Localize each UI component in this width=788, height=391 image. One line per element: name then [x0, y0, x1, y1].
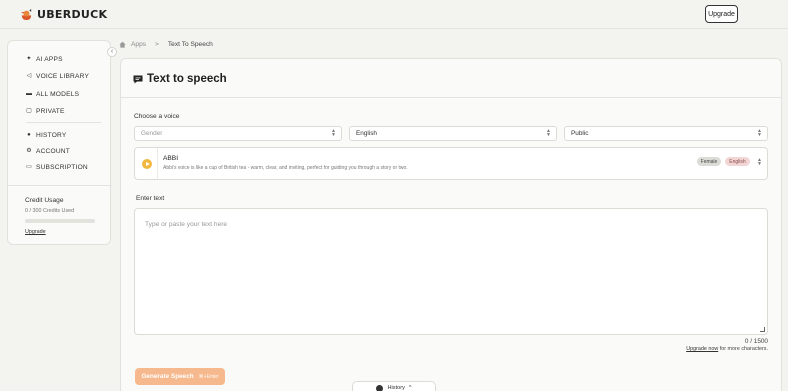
voice-name: ABBI — [163, 155, 179, 162]
visibility-select[interactable]: Public ▲ ▼ — [564, 126, 768, 141]
breadcrumb-current: Text To Speech — [167, 41, 213, 48]
sidebar-item-history[interactable]: ● HISTORY — [26, 130, 66, 140]
sidebar-item-label: SUBSCRIPTION — [36, 163, 88, 171]
gear-icon: ⚙ — [26, 148, 32, 154]
sidebar-item-all-models[interactable]: ▬ ALL MODELS — [26, 89, 79, 99]
clock-icon — [376, 384, 384, 391]
select-chevron-icon: ▲ ▼ — [331, 128, 336, 138]
sidebar-item-subscription[interactable]: ▭ SUBSCRIPTION — [26, 162, 88, 172]
sidebar-divider — [8, 185, 112, 186]
visibility-select-value: Public — [571, 130, 589, 137]
gender-select-value: Gender — [141, 130, 163, 137]
duck-logo-icon — [20, 8, 32, 21]
folder-icon: ▬ — [26, 91, 33, 97]
selected-voice-card[interactable]: ABBI Abbi's voice is like a cup of Briti… — [134, 147, 768, 180]
play-preview-button[interactable] — [142, 159, 152, 169]
text-to-speech-panel: Text to speech Choose a voice Gender ▲ ▼ … — [120, 58, 782, 391]
brand-name: UBERDUCK — [37, 8, 108, 21]
upgrade-now-link[interactable]: Upgrade now — [686, 346, 718, 352]
generate-speech-label: Generate Speech — [141, 373, 194, 380]
nav-divider — [26, 122, 101, 123]
history-tab-label: History — [387, 385, 405, 391]
voice-chevron-icon[interactable]: ▲ ▼ — [757, 158, 762, 167]
sidebar-item-label: HISTORY — [36, 131, 67, 139]
credit-upgrade-link[interactable]: Upgrade — [25, 229, 46, 235]
resize-handle-icon[interactable] — [760, 327, 765, 332]
speech-bubble-icon — [133, 75, 143, 83]
choose-voice-label: Choose a voice — [134, 113, 180, 120]
sparkle-icon: ✦ — [26, 56, 32, 62]
chevron-up-icon: ^ — [408, 385, 412, 391]
sidebar-item-label: ALL MODELS — [36, 90, 80, 98]
credit-usage-text: 0 / 300 Credits Used — [25, 208, 75, 214]
language-badge: English — [725, 157, 750, 166]
brand-logo[interactable]: UBERDUCK — [20, 8, 107, 21]
sidebar: ✦ AI APPS ◁ VOICE LIBRARY ▬ ALL MODELS ▢… — [7, 40, 112, 245]
sidebar-item-ai-apps[interactable]: ✦ AI APPS — [26, 54, 63, 64]
breadcrumb-apps[interactable]: Apps — [131, 41, 146, 48]
text-input[interactable]: Type or paste your text here — [134, 208, 768, 335]
sidebar-item-voice-library[interactable]: ◁ VOICE LIBRARY — [26, 71, 89, 81]
enter-text-label: Enter text — [136, 195, 165, 202]
select-chevron-icon: ▲ ▼ — [757, 128, 762, 138]
character-count: 0 / 1500 — [744, 338, 768, 345]
credit-usage-bar — [25, 219, 95, 223]
gender-badge: Female — [697, 157, 721, 166]
lock-icon: ▢ — [26, 108, 32, 114]
sidebar-item-label: VOICE LIBRARY — [36, 72, 90, 80]
upgrade-note: Upgrade now for more characters. — [686, 346, 768, 352]
sidebar-item-label: AI APPS — [36, 55, 63, 63]
sidebar-item-private[interactable]: ▢ PRIVATE — [26, 106, 65, 116]
page-title-row: Text to speech — [133, 73, 227, 85]
gender-select[interactable]: Gender ▲ ▼ — [134, 126, 342, 141]
upgrade-button[interactable]: Upgrade — [705, 5, 738, 23]
history-drawer-tab[interactable]: History ^ — [352, 381, 436, 391]
generate-speech-button[interactable]: Generate Speech ⌘+Enter — [135, 368, 225, 385]
credit-usage-title: Credit Usage — [25, 197, 64, 204]
sidebar-item-account[interactable]: ⚙ ACCOUNT — [26, 146, 70, 156]
language-select-value: English — [356, 130, 377, 137]
upgrade-note-text: for more characters. — [719, 346, 768, 352]
text-input-placeholder: Type or paste your text here — [145, 221, 228, 228]
sidebar-item-label: PRIVATE — [36, 107, 65, 115]
select-chevron-icon: ▲ ▼ — [546, 128, 551, 138]
voice-card-divider — [157, 148, 158, 179]
voice-description: Abbi's voice is like a cup of British te… — [163, 165, 408, 171]
language-select[interactable]: English ▲ ▼ — [349, 126, 557, 141]
collapse-sidebar-button[interactable]: ‹ — [107, 47, 117, 57]
generate-shortcut-hint: ⌘+Enter — [198, 373, 219, 380]
clock-icon: ● — [27, 132, 31, 138]
page-title: Text to speech — [147, 73, 227, 85]
breadcrumb: Apps > Text To Speech — [119, 41, 213, 48]
sidebar-item-label: ACCOUNT — [36, 147, 71, 155]
card-icon: ▭ — [26, 164, 32, 170]
breadcrumb-separator: > — [155, 41, 159, 48]
title-divider — [121, 97, 781, 98]
top-bar: UBERDUCK Upgrade — [0, 0, 788, 29]
home-icon[interactable] — [119, 41, 126, 48]
speaker-icon: ◁ — [26, 73, 32, 79]
